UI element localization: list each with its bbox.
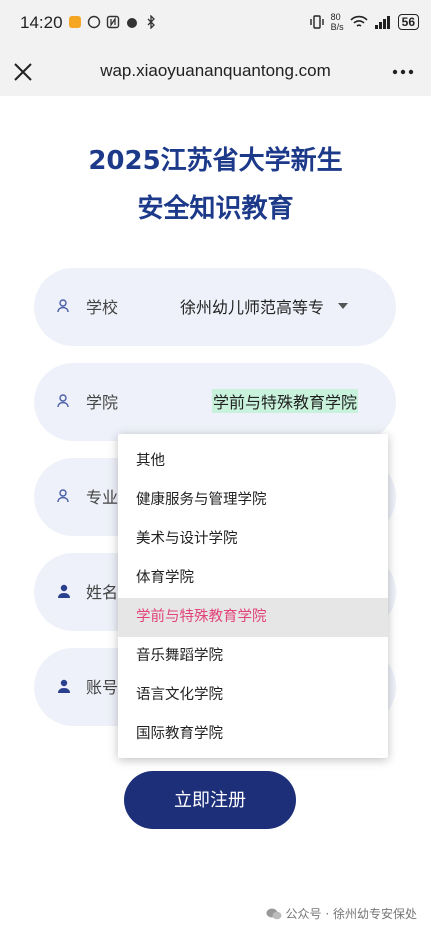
page-title-line2: 安全知识教育 bbox=[137, 194, 294, 224]
dropdown-option[interactable]: 语言文化学院 bbox=[118, 676, 388, 715]
college-dropdown-menu: 其他 健康服务与管理学院 美术与设计学院 体育学院 学前与特殊教育学院 音乐舞蹈… bbox=[118, 434, 388, 758]
chat-notification-icon bbox=[87, 15, 101, 29]
status-time: 14:20 bbox=[20, 13, 63, 32]
net-speed: 80 B/s bbox=[331, 12, 344, 32]
vibrate-icon bbox=[309, 15, 324, 29]
nfc-icon bbox=[106, 15, 120, 29]
school-label: 学校 bbox=[86, 298, 119, 317]
more-options-icon[interactable] bbox=[391, 60, 415, 84]
chevron-down-icon bbox=[338, 303, 348, 309]
status-bar: 14:20 80 B/s 56 bbox=[0, 0, 431, 48]
dropdown-option-selected[interactable]: 学前与特殊教育学院 bbox=[118, 598, 388, 637]
user-outline-icon bbox=[57, 394, 69, 408]
college-label: 学院 bbox=[86, 393, 119, 412]
register-button[interactable]: 立即注册 bbox=[124, 771, 296, 829]
dropdown-option[interactable]: 音乐舞蹈学院 bbox=[118, 637, 388, 676]
dropdown-option[interactable]: 健康服务与管理学院 bbox=[118, 481, 388, 520]
major-label: 专业 bbox=[86, 488, 119, 507]
page-title-line1: 2025江苏省大学新生 bbox=[88, 146, 343, 176]
wifi-icon bbox=[350, 15, 368, 27]
battery-indicator: 56 bbox=[397, 14, 419, 30]
net-speed-value: 80 bbox=[330, 12, 341, 22]
account-label: 账号 bbox=[86, 678, 119, 697]
user-outline-icon bbox=[57, 489, 69, 503]
url-text: wap.xiaoyuananquantong.com bbox=[100, 61, 331, 80]
college-select[interactable]: 学院 学前与特殊教育学院 bbox=[34, 363, 396, 441]
watermark: 公众号 · 徐州幼专安保处 bbox=[266, 905, 417, 922]
dropdown-option[interactable]: 体育学院 bbox=[118, 559, 388, 598]
college-value: 学前与特殊教育学院 bbox=[212, 389, 359, 413]
signal-icon bbox=[374, 16, 390, 29]
status-right-icons: 80 B/s 56 bbox=[309, 12, 419, 32]
app-notification-icon bbox=[69, 16, 81, 28]
dropdown-option[interactable]: 其他 bbox=[118, 442, 388, 481]
user-filled-icon bbox=[58, 679, 70, 693]
watermark-text: 公众号 · 徐州幼专安保处 bbox=[285, 907, 417, 921]
school-value: 徐州幼儿师范高等专 bbox=[180, 298, 325, 317]
user-filled-icon bbox=[58, 584, 70, 598]
bluetooth-icon bbox=[147, 15, 155, 29]
dropdown-option[interactable]: 国际教育学院 bbox=[118, 715, 388, 754]
notification-icons bbox=[68, 15, 158, 29]
user-outline-icon bbox=[57, 299, 69, 313]
browser-bar: wap.xiaoyuananquantong.com bbox=[0, 48, 431, 96]
name-label: 姓名 bbox=[86, 583, 119, 602]
school-select[interactable]: 学校 徐州幼儿师范高等专 bbox=[34, 268, 396, 346]
wechat-icon bbox=[266, 908, 282, 919]
net-speed-unit: B/s bbox=[330, 22, 344, 32]
dropdown-option[interactable]: 美术与设计学院 bbox=[118, 520, 388, 559]
alarm-icon bbox=[127, 18, 137, 28]
